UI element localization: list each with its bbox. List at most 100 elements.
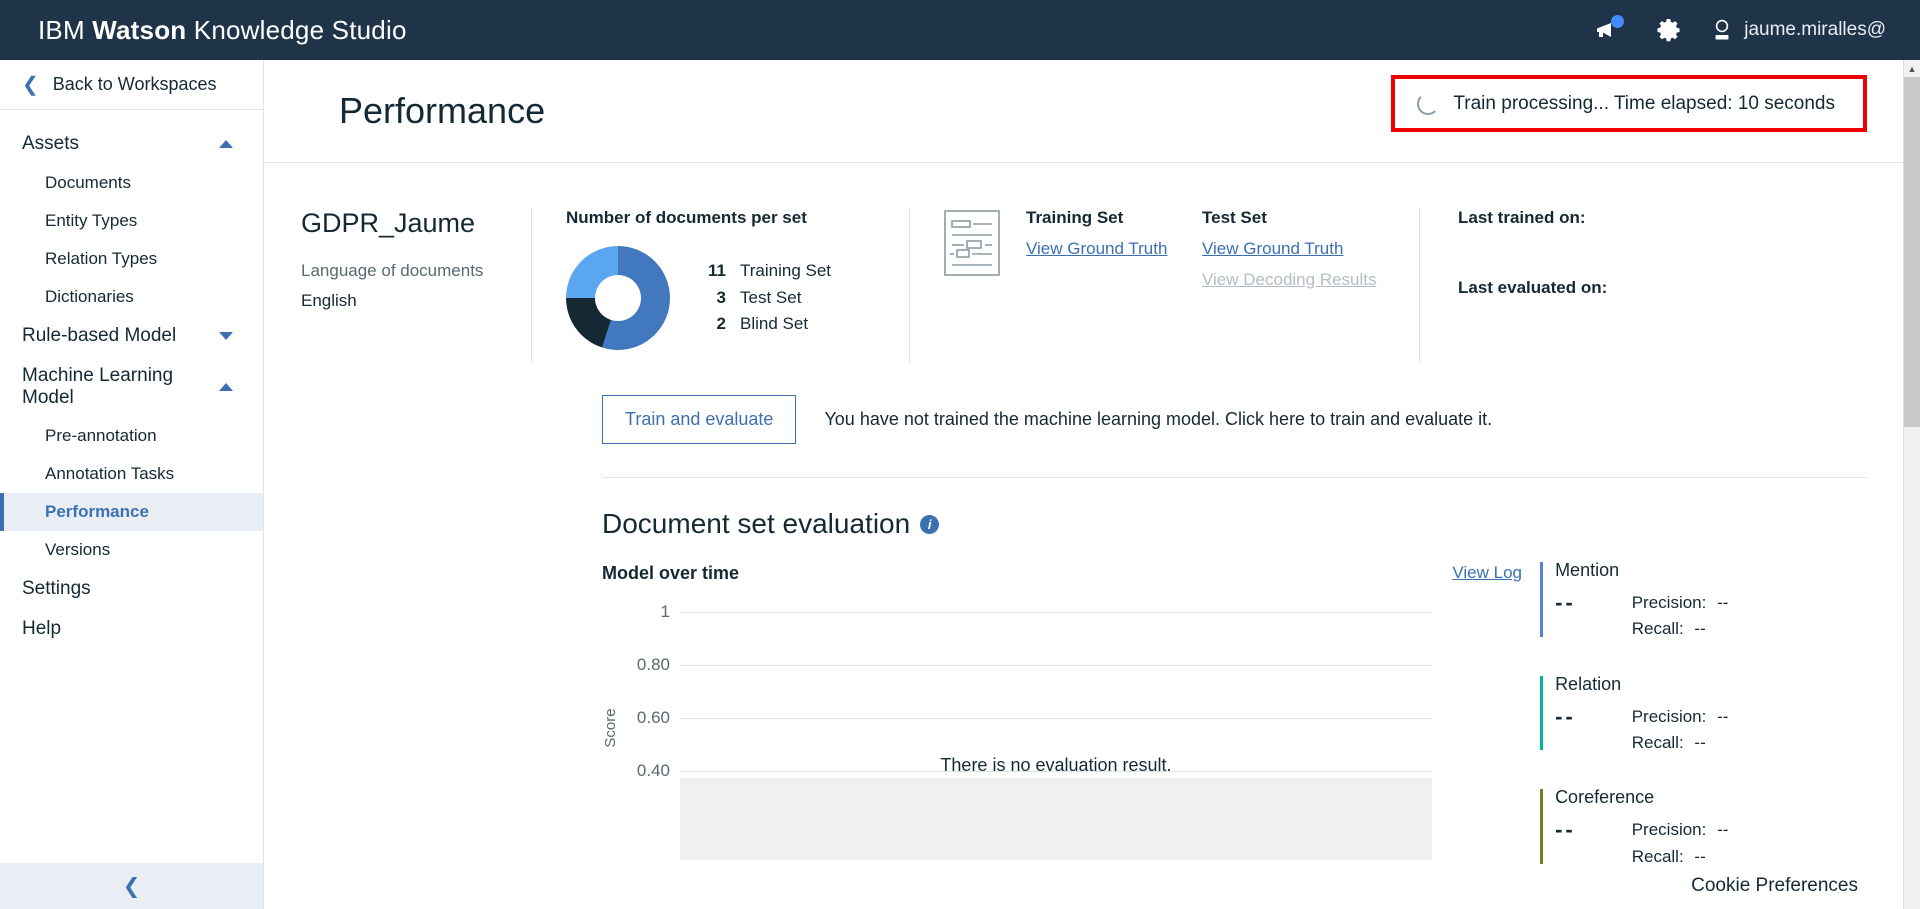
chevron-down-icon [219,331,233,340]
legend-count: 11 [708,260,726,280]
sidebar-group-assets-label: Assets [22,133,80,154]
metric-details: Precision: -- Recall: -- [1626,704,1729,757]
metric-precision-label: Precision: [1631,593,1707,612]
evaluation-chart-column: Document set evaluation i Model over tim… [602,508,1530,901]
chevron-left-icon: ❮ [22,73,39,96]
sidebar-group-rule-based-model-label: Rule-based Model [22,324,177,346]
training-view-ground-truth-link[interactable]: View Ground Truth [1026,239,1176,259]
test-view-ground-truth-link[interactable]: View Ground Truth [1202,239,1377,259]
train-status-banner: Train processing... Time elapsed: 10 sec… [1391,75,1867,132]
metric-recall-label: Recall: [1631,619,1684,639]
metric-recall-value: -- [1689,733,1706,753]
scrollbar-thumb[interactable] [1904,77,1920,427]
sidebar-item-dictionaries[interactable]: Dictionaries [0,278,263,316]
summary-strip: GDPR_Jaume Language of documents English… [264,163,1904,363]
metric-details: Precision: -- Recall: -- [1626,590,1729,643]
sidebar-group-machine-learning-model-label: Machine Learning Model [22,364,174,408]
test-view-decoding-results-link: View Decoding Results [1202,270,1377,289]
legend-label: Test Set [740,287,802,307]
gridline [680,665,1432,666]
train-and-evaluate-button[interactable]: Train and evaluate [602,395,797,444]
metric-recall-row: Recall: -- [1626,616,1729,642]
project-info: GDPR_Jaume Language of documents English [301,208,531,363]
chevron-left-icon: ❮ [122,874,141,898]
metric-body: -- Precision: -- Recall: -- [1555,817,1904,870]
last-trained-label: Last trained on: [1458,208,1586,227]
sidebar-group-assets[interactable]: Assets [0,124,263,164]
metric-precision-row: Precision: -- [1626,817,1729,843]
sidebar-item-versions[interactable]: Versions [0,531,263,569]
legend-label: Training Set [740,260,832,280]
header-actions: jaume.miralles@ [1591,13,1886,47]
user-avatar-icon [1715,19,1729,40]
section-divider [602,477,1867,478]
gear-icon[interactable] [1651,13,1685,47]
sidebar-item-help[interactable]: Help [0,609,263,649]
metric-precision-label: Precision: [1631,706,1707,726]
test-set-block: Test Set View Ground Truth View Decoding… [1202,208,1377,363]
user-menu[interactable]: jaume.miralles@ [1711,18,1886,42]
brand-prefix: IBM [38,14,93,45]
metric-recall-value: -- [1689,846,1706,866]
y-tick-label: 0.40 [636,761,670,780]
sidebar-item-entity-types[interactable]: Entity Types [0,202,263,240]
y-tick-label: 0.80 [636,655,670,674]
sidebar-item-label: Pre-annotation [45,426,157,446]
sidebar-item-label: Dictionaries [45,286,134,306]
info-icon[interactable]: i [920,514,940,534]
brand-suffix: Knowledge Studio [186,14,407,45]
metric-body: -- Precision: -- Recall: -- [1555,704,1904,757]
metric-name: Mention [1555,560,1620,580]
metric-score: -- [1555,817,1576,843]
sidebar-group-rule-based-model[interactable]: Rule-based Model [0,316,263,356]
language-value: English [301,291,357,310]
back-to-workspaces-label: Back to Workspaces [52,74,217,94]
page-scrollbar[interactable]: ▲ [1903,60,1920,909]
legend-count: 3 [716,287,726,307]
sidebar: ❮ Back to Workspaces Assets Documents En… [0,60,264,909]
metric-name: Relation [1555,673,1622,694]
train-status-text: Train processing... Time elapsed: 10 sec… [1453,92,1835,114]
cookie-preferences-link[interactable]: Cookie Preferences [1691,875,1858,897]
metric-details: Precision: -- Recall: -- [1626,817,1729,870]
donut-chart [566,246,670,350]
back-to-workspaces-button[interactable]: ❮ Back to Workspaces [0,60,263,110]
sidebar-item-label: Entity Types [45,210,138,230]
metric-name: Coreference [1555,787,1655,808]
sidebar-item-label: Documents [45,172,131,192]
metric-precision-value: -- [1712,706,1729,726]
list-item: 11 Training Set [700,258,831,285]
chevron-up-icon [219,382,233,391]
sidebar-item-documents[interactable]: Documents [0,164,263,202]
sidebar-item-performance[interactable]: Performance [0,493,263,532]
sidebar-item-pre-annotation[interactable]: Pre-annotation [0,417,263,455]
metric-recall-value: -- [1689,619,1706,639]
evaluation-heading-row: Document set evaluation i [602,508,1530,540]
notification-badge [1611,15,1625,28]
sidebar-item-settings[interactable]: Settings [0,569,263,609]
train-hint-text: You have not trained the machine learnin… [824,409,1493,429]
language-label: Language of documents [301,261,484,280]
view-log-link[interactable]: View Log [1452,563,1522,583]
page-title: Performance [339,90,546,131]
page-header: Performance Train processing... Time ela… [264,60,1904,163]
documents-per-set-card: Number of documents per set 11 Training … [531,208,909,363]
sidebar-item-relation-types[interactable]: Relation Types [0,240,263,278]
evaluation-heading: Document set evaluation [602,508,911,539]
app-brand: IBM Watson Knowledge Studio [38,15,407,46]
sidebar-group-machine-learning-model[interactable]: Machine Learning Model [0,356,263,418]
metric-recall-label: Recall: [1631,846,1684,866]
sidebar-item-label: Relation Types [45,248,158,268]
test-set-title: Test Set [1202,208,1267,227]
sidebar-item-label: Annotation Tasks [45,464,175,484]
sidebar-item-label: Performance [45,502,149,522]
sidebar-item-annotation-tasks[interactable]: Annotation Tasks [0,455,263,493]
last-evaluated-label: Last evaluated on: [1458,278,1608,297]
megaphone-icon[interactable] [1591,13,1625,47]
model-over-time-chart: Score 1 0.80 0.60 0.40 There is no evalu… [602,600,1522,860]
top-header: IBM Watson Knowledge Studio jaume.mirall… [0,0,1920,60]
metric-precision-row: Precision: -- [1626,590,1729,616]
sidebar-collapse-button[interactable]: ❮ [0,863,263,909]
chevron-up-icon [219,139,233,148]
chevron-up-icon[interactable]: ▲ [1904,60,1920,77]
